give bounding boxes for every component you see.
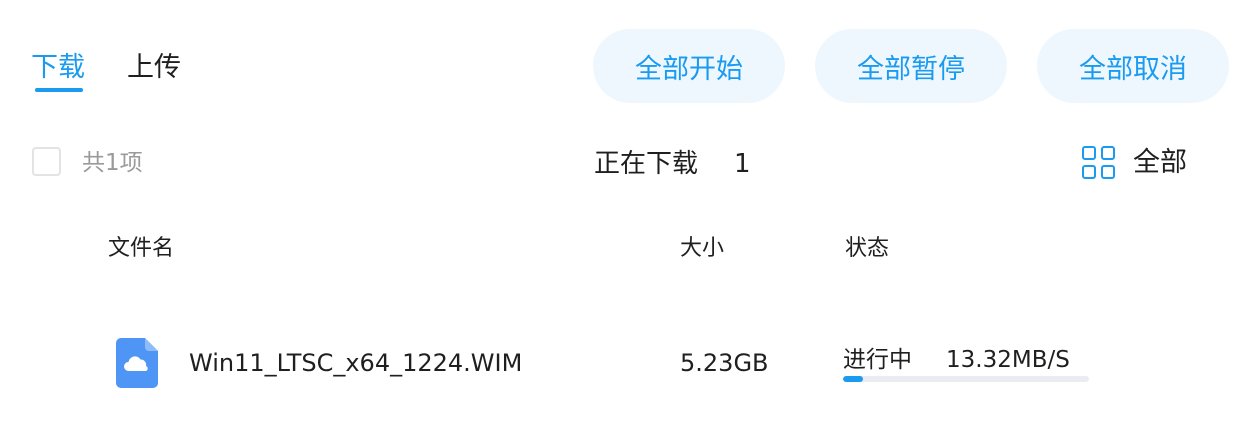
filter-dropdown[interactable]: 全部 (1082, 145, 1187, 181)
file-size: 5.23GB (680, 349, 769, 377)
download-manager: 下载 上传 全部开始 全部暂停 全部取消 共1项 正在下载 1 全部 文件名 大… (0, 0, 1248, 437)
item-count: 共1项 (82, 150, 143, 176)
cancel-all-button[interactable]: 全部取消 (1037, 29, 1229, 103)
grid-icon (1082, 146, 1116, 180)
tab-download[interactable]: 下载 (31, 49, 85, 87)
file-name: Win11_LTSC_x64_1224.WIM (189, 349, 523, 377)
column-header-size[interactable]: 大小 (680, 234, 724, 264)
filter-label: 全部 (1133, 147, 1187, 178)
pause-all-button[interactable]: 全部暂停 (815, 29, 1007, 103)
cloud-file-icon (116, 338, 158, 388)
downloading-count: 1 (734, 149, 751, 179)
progress-fill (843, 376, 863, 382)
select-all-checkbox[interactable] (32, 147, 61, 176)
active-tab-indicator (35, 88, 83, 92)
column-header-status[interactable]: 状态 (845, 234, 889, 264)
start-all-button[interactable]: 全部开始 (593, 29, 785, 103)
status-text: 进行中 (843, 347, 912, 373)
downloading-label: 正在下载 (594, 149, 699, 179)
table-row[interactable]: Win11_LTSC_x64_1224.WIM 5.23GB 进行中 13.32… (0, 320, 1248, 410)
tab-upload[interactable]: 上传 (127, 49, 181, 87)
column-header-name[interactable]: 文件名 (108, 234, 174, 264)
download-speed: 13.32MB/S (946, 347, 1070, 373)
progress-bar (843, 376, 1089, 382)
